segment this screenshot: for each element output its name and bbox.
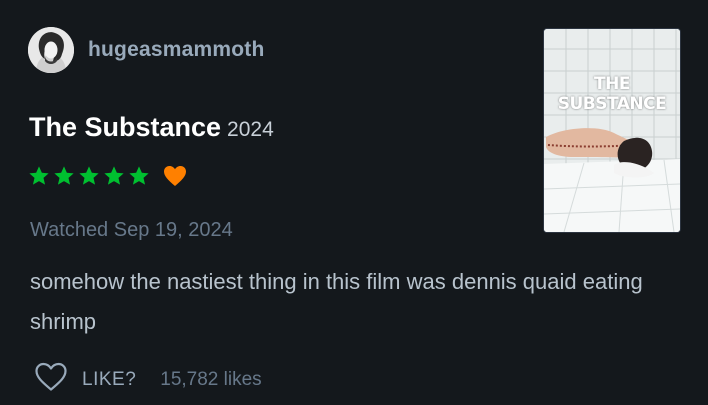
star-rating: [28, 165, 150, 187]
likes-count[interactable]: 15,782 likes: [160, 369, 261, 391]
film-title-row: The Substance 2024: [29, 112, 274, 143]
poster-title: THE SUBSTANCE: [557, 74, 667, 114]
star-icon: [129, 166, 149, 185]
film-title[interactable]: The Substance: [29, 112, 221, 142]
like-button[interactable]: LIKE?: [82, 369, 136, 391]
avatar[interactable]: [28, 27, 74, 73]
username[interactable]: hugeasmammoth: [88, 38, 264, 62]
star-icon: [29, 166, 49, 185]
film-poster[interactable]: THE SUBSTANCE: [543, 28, 681, 233]
liked-heart-icon: [163, 165, 187, 192]
star-icon: [104, 166, 124, 185]
star-icon: [54, 166, 74, 185]
heart-outline-icon[interactable]: [34, 362, 68, 397]
like-row: LIKE? 15,782 likes: [34, 362, 262, 397]
watched-date: Watched Sep 19, 2024: [30, 219, 233, 241]
review-text: somehow the nastiest thing in this film …: [30, 269, 643, 334]
star-icon: [79, 166, 99, 185]
film-year[interactable]: 2024: [227, 118, 274, 141]
